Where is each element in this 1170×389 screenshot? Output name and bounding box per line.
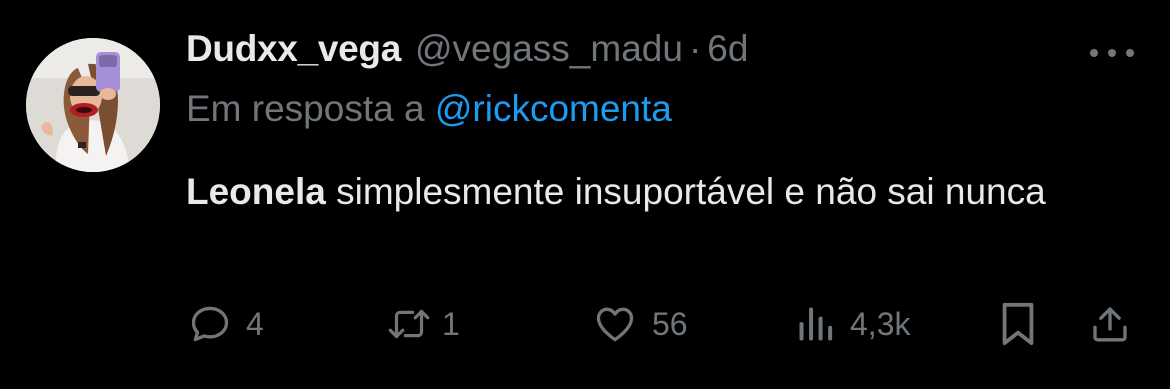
views-button[interactable]: 4,3k [794,300,910,348]
like-count: 56 [652,305,688,342]
bookmark-button[interactable] [998,300,1038,348]
heart-icon [592,302,638,346]
reply-button[interactable]: 4 [188,300,264,348]
avatar[interactable] [26,38,160,172]
share-icon [1090,302,1130,346]
display-name[interactable]: Dudxx_vega [186,28,401,70]
views-chart-icon [794,302,838,346]
reply-context: Em resposta a @rickcomenta [186,88,672,130]
tweet-text-bold: Leonela [186,171,326,212]
tweet-card[interactable]: Dudxx_vega @vegass_madu · 6d Em resposta… [0,0,1170,389]
retweet-icon [384,302,434,346]
reply-count: 4 [246,305,264,342]
reply-bubble-icon [188,302,232,346]
share-button[interactable] [1090,300,1130,348]
action-bar: 4 1 56 4,3k [186,300,1146,348]
retweet-button[interactable]: 1 [384,300,460,348]
tweet-text: Leonela simplesmente insuportável e não … [186,164,1126,220]
reply-prefix: Em resposta a [186,88,425,129]
separator-dot: · [688,28,702,69]
like-button[interactable]: 56 [592,300,688,348]
reply-mention-link[interactable]: @rickcomenta [435,88,672,129]
more-horizontal-icon[interactable] [1090,38,1134,68]
user-handle[interactable]: @vegass_madu [415,28,683,70]
tweet-header: Dudxx_vega @vegass_madu · 6d [186,28,748,84]
retweet-count: 1 [442,305,460,342]
views-count: 4,3k [850,305,911,342]
timestamp[interactable]: 6d [707,28,748,70]
bookmark-icon [998,301,1038,347]
tweet-text-rest: simplesmente insuportável e não sai nunc… [325,171,1046,212]
